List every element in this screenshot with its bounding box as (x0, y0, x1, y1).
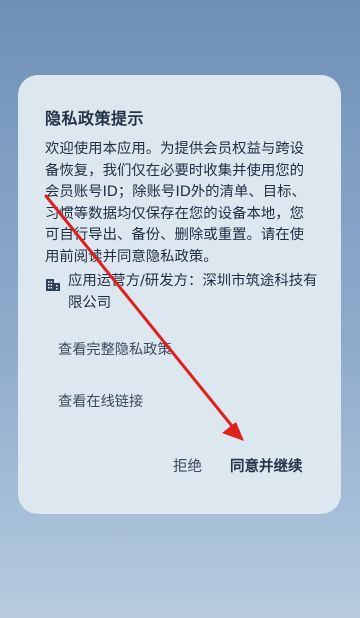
view-online-link[interactable]: 查看在线链接 (58, 391, 143, 411)
view-full-policy-link[interactable]: 查看完整隐私政策 (58, 339, 172, 359)
developer-text: 应用运营方/研发方：深圳市筑途科技有限公司 (68, 273, 318, 311)
agree-continue-button[interactable]: 同意并继续 (230, 455, 303, 476)
building-icon (46, 279, 60, 291)
developer-info: 应用运营方/研发方：深圳市筑途科技有限公司 (45, 271, 325, 314)
reject-button[interactable]: 拒绝 (173, 455, 202, 476)
privacy-dialog: 隐私政策提示 欢迎使用本应用。为提供会员权益与跨设备恢复，我们仅在必要时收集并使… (18, 75, 341, 514)
dialog-title: 隐私政策提示 (45, 109, 145, 128)
privacy-description: 欢迎使用本应用。为提供会员权益与跨设备恢复，我们仅在必要时收集并使用您的会员账号… (45, 141, 306, 265)
